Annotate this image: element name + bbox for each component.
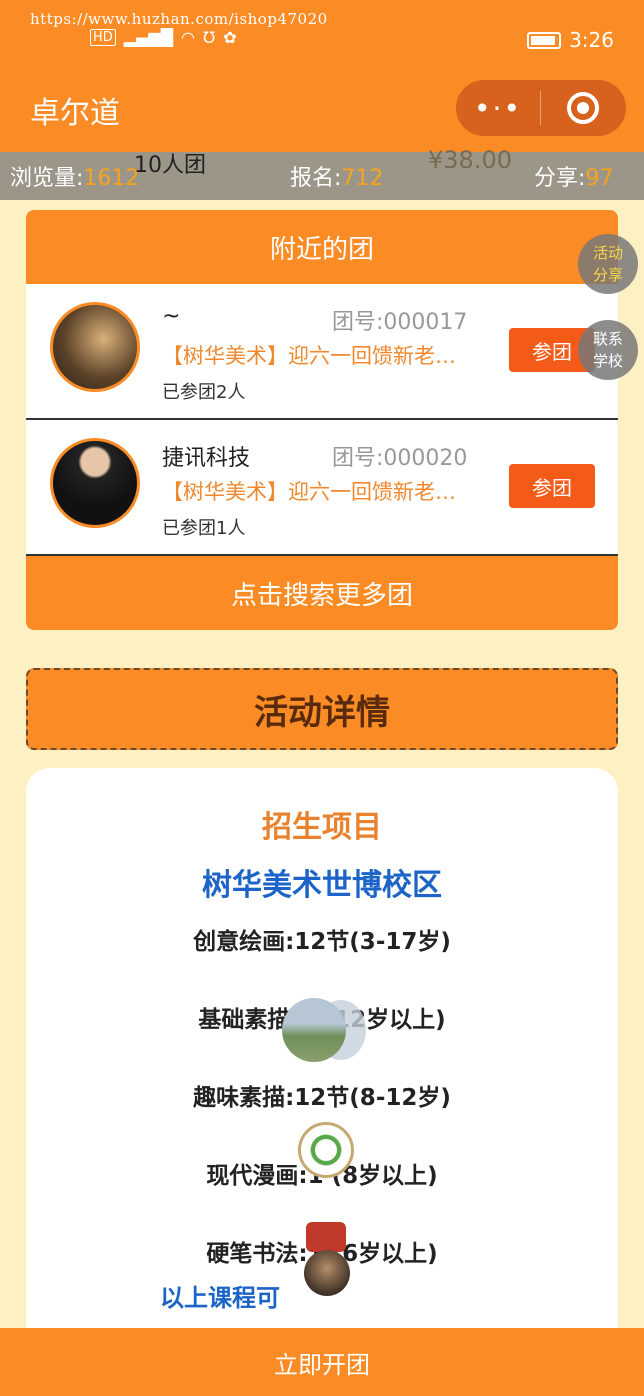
enrollment-title: 招生项目 xyxy=(262,810,382,845)
usb-icon: Ʊ xyxy=(202,28,216,47)
course-item: 趣味素描:12节(8-12岁) xyxy=(193,1085,451,1111)
floating-avatar xyxy=(282,998,346,1062)
group-leader-name: 捷讯科技 xyxy=(162,446,251,471)
top-bar: https://www.huzhan.com/ishop47020 HD ▂▄▆… xyxy=(0,0,644,152)
group-row: ~ 团号:000017 【树华美术】迎六一回馈新老… 已参团2人 参团 xyxy=(26,284,618,420)
target-icon xyxy=(567,92,599,124)
start-group-button[interactable]: 立即开团 xyxy=(0,1328,644,1396)
status-icons-left: HD ▂▄▆█ ◠ Ʊ ✿ xyxy=(90,28,237,47)
share-label-line1: 活动 xyxy=(592,244,623,262)
contact-label-line2: 学校 xyxy=(592,352,623,370)
wechat-icon: ✿ xyxy=(223,28,237,47)
share-label-line2: 分享 xyxy=(592,266,623,284)
stat-share: 分享:97 xyxy=(534,160,613,192)
nearby-groups-header: 附近的团 xyxy=(26,210,618,284)
join-group-button[interactable]: 参团 xyxy=(509,464,595,508)
school-name: 树华美术世博校区 xyxy=(202,868,442,903)
wifi-icon: ◠ xyxy=(181,28,195,47)
group-id: 团号:000017 xyxy=(332,310,468,335)
floating-avatar xyxy=(304,1250,350,1296)
floating-avatar xyxy=(306,1222,346,1252)
stat-signup-value: 712 xyxy=(341,166,384,191)
group-description: 【树华美术】迎六一回馈新老… xyxy=(162,480,456,504)
group-size-title: 10人团 xyxy=(134,153,206,178)
search-more-groups-button[interactable]: 点击搜索更多团 xyxy=(26,556,618,630)
stat-views: 浏览量:1612 xyxy=(10,160,139,192)
stat-views-label: 浏览量: xyxy=(10,166,84,191)
stat-views-value: 1612 xyxy=(83,166,140,191)
app-title: 卓尔道 xyxy=(30,96,120,131)
avatar xyxy=(50,302,140,392)
nearby-groups-panel: 附近的团 ~ 团号:000017 【树华美术】迎六一回馈新老… 已参团2人 参团… xyxy=(26,210,618,630)
activity-details-header: 活动详情 xyxy=(26,668,618,750)
avatar xyxy=(50,438,140,528)
stat-signup-label: 报名: xyxy=(290,166,342,191)
status-time: 3:26 xyxy=(569,28,614,52)
status-right: 3:26 xyxy=(527,28,614,52)
stat-signup: 报名:712 xyxy=(290,160,383,192)
stat-share-label: 分享: xyxy=(534,166,586,191)
group-description: 【树华美术】迎六一回馈新老… xyxy=(162,344,456,368)
contact-school-button[interactable]: 联系 学校 xyxy=(578,320,638,380)
hd-icon: HD xyxy=(90,29,116,46)
activity-share-button[interactable]: 活动 分享 xyxy=(578,234,638,294)
contact-label-line1: 联系 xyxy=(592,330,623,348)
group-member-count: 已参团1人 xyxy=(162,518,246,539)
stat-share-value: 97 xyxy=(585,166,614,191)
floating-avatar xyxy=(298,1122,354,1178)
group-row: 捷讯科技 团号:000020 【树华美术】迎六一回馈新老… 已参团1人 参团 xyxy=(26,420,618,556)
group-price: ¥38.00 xyxy=(428,146,512,174)
more-menu-button[interactable]: •·• xyxy=(456,92,540,125)
battery-icon xyxy=(527,31,562,49)
watermark-text: https://www.huzhan.com/ishop47020 xyxy=(30,10,328,28)
miniapp-capsule: •·• xyxy=(456,80,626,136)
group-id: 团号:000020 xyxy=(332,446,468,471)
signal-icon: ▂▄▆█ xyxy=(123,28,174,47)
group-leader-name: ~ xyxy=(162,304,181,329)
close-miniapp-button[interactable] xyxy=(541,92,625,124)
course-item: 创意绘画:12节(3-17岁) xyxy=(193,929,451,955)
group-member-count: 已参团2人 xyxy=(162,382,246,403)
